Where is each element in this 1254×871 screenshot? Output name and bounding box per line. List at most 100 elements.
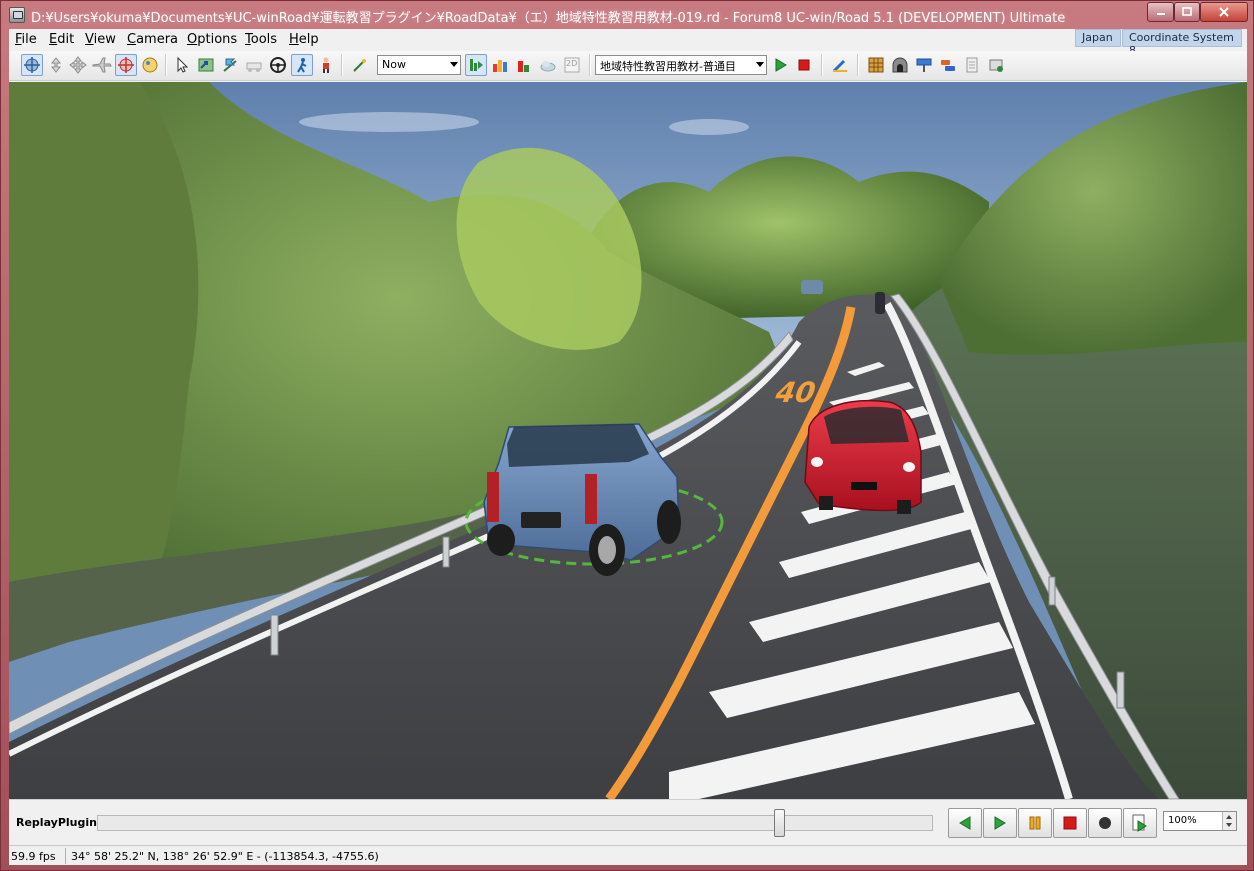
edit-tool-button[interactable]	[829, 54, 851, 76]
terrain-button[interactable]	[865, 54, 887, 76]
close-button[interactable]	[1200, 2, 1248, 22]
road-arrow-icon	[198, 58, 214, 72]
sign-button[interactable]	[913, 54, 935, 76]
flag-arrow-icon	[223, 58, 237, 72]
fly-button[interactable]	[91, 54, 113, 76]
play-backward-icon	[959, 816, 971, 830]
menu-help[interactable]: Help	[289, 32, 319, 47]
move-up-down-button[interactable]	[45, 54, 67, 76]
3d-viewport[interactable]: 40	[9, 82, 1247, 799]
pan-button[interactable]	[67, 54, 89, 76]
record-icon	[1099, 817, 1111, 829]
toolbar-separator	[857, 54, 859, 76]
chevron-down-icon	[450, 62, 458, 67]
character-button[interactable]	[315, 54, 337, 76]
tunnel-button[interactable]	[889, 54, 911, 76]
menu-view[interactable]: View	[85, 32, 116, 47]
menu-edit[interactable]: Edit	[49, 32, 74, 47]
navigate-button[interactable]	[21, 54, 43, 76]
stop-icon	[798, 59, 810, 71]
pedestrian-icon	[297, 58, 307, 73]
menu-camera[interactable]: Camera	[127, 32, 178, 47]
distant-car[interactable]	[801, 280, 823, 294]
minimize-button[interactable]	[1147, 2, 1174, 22]
pause-icon	[1029, 816, 1041, 830]
menu-options[interactable]: Options	[187, 32, 237, 47]
replay-timeline-track[interactable]	[97, 815, 933, 831]
scenario-select-value: 地域特性教習用教材-普通目	[600, 60, 736, 73]
flag-tool-button[interactable]	[219, 54, 241, 76]
toolbar-separator	[165, 54, 167, 76]
title-bar[interactable]: D:¥Users¥okuma¥Documents¥UC-winRoad¥運転教習…	[1, 1, 1254, 29]
pause-button[interactable]	[1018, 808, 1052, 838]
menu-edit-label: dit	[57, 32, 75, 47]
maximize-button[interactable]	[1174, 2, 1200, 22]
menu-view-accel: V	[85, 32, 94, 47]
view-2d-label: 2D	[566, 59, 578, 68]
coordinate-system-tag[interactable]: Coordinate System 8	[1122, 29, 1242, 57]
scenario-select[interactable]: 地域特性教習用教材-普通目	[595, 55, 767, 75]
chart-green-button[interactable]	[465, 54, 487, 76]
drive-button[interactable]	[115, 54, 137, 76]
plugin-button[interactable]	[985, 54, 1007, 76]
document-button[interactable]	[961, 54, 983, 76]
select-button[interactable]	[171, 54, 193, 76]
export-button[interactable]	[1123, 808, 1157, 838]
walk-button[interactable]	[139, 54, 161, 76]
weather-button[interactable]	[537, 54, 559, 76]
toolbar-separator	[821, 54, 823, 76]
time-of-day-button[interactable]	[349, 54, 371, 76]
view-2d-button[interactable]: 2D	[561, 54, 583, 76]
vehicles-icon	[941, 60, 955, 71]
navigate-icon	[24, 57, 40, 73]
clock-pen-icon	[353, 59, 366, 72]
airplane-icon	[92, 57, 112, 73]
region-tag[interactable]: Japan	[1075, 29, 1121, 47]
steering-wheel-button[interactable]	[267, 54, 289, 76]
road-tool-button[interactable]	[195, 54, 217, 76]
record-button[interactable]	[1088, 808, 1122, 838]
play-icon	[775, 58, 787, 72]
rewind-button[interactable]	[948, 808, 982, 838]
cloud	[299, 112, 479, 132]
replay-timeline-thumb[interactable]	[773, 809, 785, 837]
fps-readout: 59.9 fps	[11, 850, 56, 863]
menu-options-accel: O	[187, 32, 198, 47]
grid-terrain-icon	[868, 57, 884, 73]
red-car[interactable]	[804, 400, 922, 514]
scenario-play-button[interactable]	[769, 54, 791, 76]
menu-file[interactable]: File	[15, 32, 37, 47]
character-icon	[323, 57, 329, 73]
up-down-arrow-icon	[50, 57, 62, 73]
chart-red-button[interactable]	[513, 54, 535, 76]
menu-help-label: elp	[298, 32, 319, 47]
playback-speed-value: 100%	[1168, 815, 1197, 826]
motorcycle[interactable]	[875, 292, 885, 314]
time-select[interactable]: Now	[377, 55, 461, 75]
vehicle-button[interactable]	[937, 54, 959, 76]
car-outline-icon	[246, 62, 262, 72]
spinner-icon[interactable]	[1222, 812, 1236, 830]
stop-button[interactable]	[1053, 808, 1087, 838]
steering-wheel-icon	[270, 57, 286, 73]
playback-speed-input[interactable]: 100%	[1163, 811, 1237, 831]
menu-camera-label: amera	[136, 32, 179, 47]
person-view-button[interactable]	[291, 54, 313, 76]
bar-chart-red-icon	[518, 61, 529, 72]
app-icon[interactable]	[9, 7, 25, 23]
menu-tools[interactable]: Tools	[245, 32, 277, 47]
document-play-icon	[1132, 814, 1147, 832]
bar-chart-multi-icon	[493, 60, 507, 72]
play-button[interactable]	[983, 808, 1017, 838]
replay-panel: ReplayPlugin 100%	[9, 799, 1247, 845]
app-window: D:¥Users¥okuma¥Documents¥UC-winRoad¥運転教習…	[0, 0, 1254, 871]
window-title: D:¥Users¥okuma¥Documents¥UC-winRoad¥運転教習…	[31, 11, 1066, 26]
chart-multi-button[interactable]	[489, 54, 511, 76]
plugin-icon	[989, 59, 1003, 72]
disabled-tool-button[interactable]	[243, 54, 265, 76]
menu-file-label: ile	[21, 32, 37, 47]
scenario-stop-button[interactable]	[793, 54, 815, 76]
replay-plugin-label: ReplayPlugin	[16, 816, 97, 829]
cloud-icon	[540, 61, 556, 72]
road-sign-icon	[916, 58, 932, 72]
